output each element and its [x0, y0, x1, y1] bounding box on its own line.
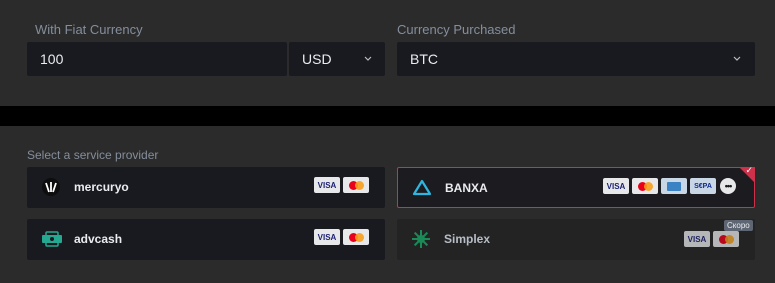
visa-icon: VISA — [603, 178, 629, 194]
provider-name: mercuryo — [74, 180, 129, 194]
crypto-currency-value: BTC — [410, 51, 438, 67]
mastercard-icon — [343, 177, 369, 193]
fiat-amount-value: 100 — [40, 51, 64, 67]
bank-transfer-icon — [661, 178, 687, 194]
chevron-down-icon — [733, 56, 741, 64]
crypto-currency-select[interactable]: BTC — [397, 42, 755, 76]
mercuryo-logo-icon — [41, 177, 61, 197]
advcash-logo-icon — [41, 229, 62, 249]
fiat-currency-value: USD — [302, 51, 332, 67]
fiat-currency-label: With Fiat Currency — [35, 22, 143, 37]
provider-name: BANXA — [445, 181, 488, 195]
provider-name: advcash — [74, 232, 123, 246]
fiat-currency-select[interactable]: USD — [289, 42, 385, 76]
fiat-amount-input[interactable]: 100 — [27, 42, 287, 76]
chevron-down-icon — [364, 56, 372, 64]
checkmark-icon: ✓ — [745, 165, 753, 175]
banxa-logo-icon — [412, 178, 432, 198]
visa-icon: VISA — [314, 229, 340, 245]
section-divider — [0, 106, 775, 126]
provider-card-banxa[interactable]: BANXA VISA S€PA ••• ✓ — [397, 165, 755, 208]
provider-card-simplex: Simplex VISA — [397, 219, 755, 260]
coming-soon-badge: Скоро — [724, 220, 753, 231]
provider-card-advcash[interactable]: advcash VISA — [27, 219, 385, 260]
provider-name: Simplex — [444, 232, 491, 246]
mastercard-icon — [343, 229, 369, 245]
sepa-icon: S€PA — [690, 178, 716, 194]
mastercard-icon — [632, 178, 658, 194]
visa-icon: VISA — [684, 231, 710, 247]
more-payment-methods-icon[interactable]: ••• — [720, 178, 736, 194]
provider-card-mercuryo[interactable]: mercuryo VISA — [27, 167, 385, 208]
visa-icon: VISA — [314, 177, 340, 193]
provider-section-label: Select a service provider — [27, 148, 159, 162]
mastercard-icon — [713, 231, 739, 247]
crypto-currency-label: Currency Purchased — [397, 22, 516, 37]
simplex-logo-icon — [411, 229, 431, 249]
